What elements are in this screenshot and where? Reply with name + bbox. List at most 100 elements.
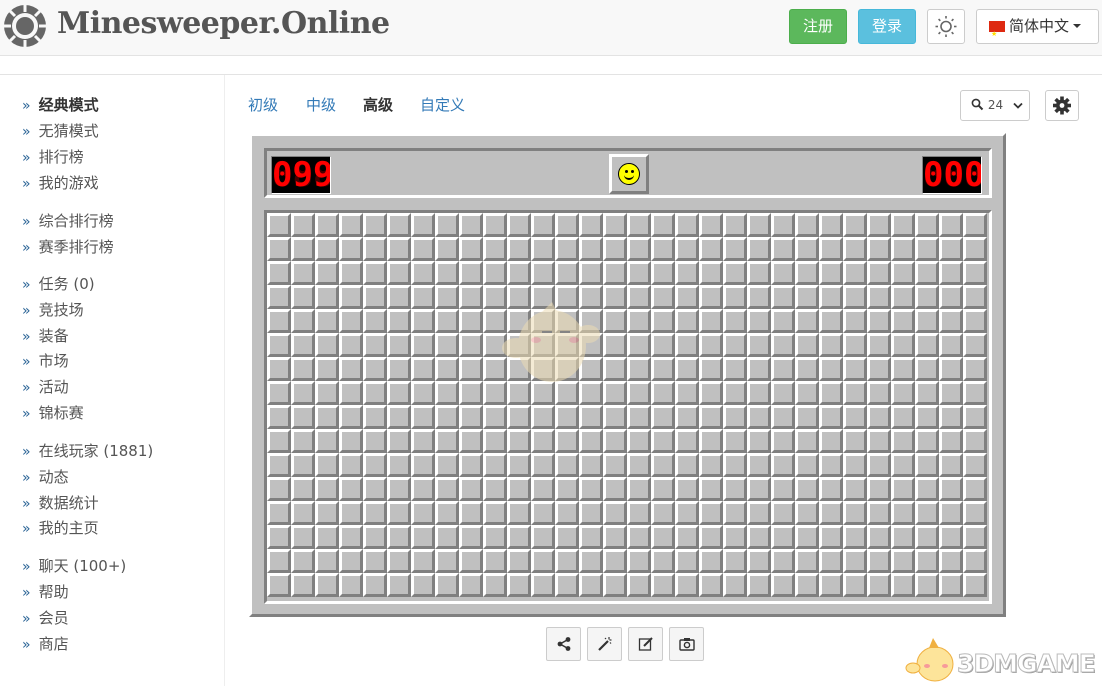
minefield-cell[interactable] [891, 501, 915, 525]
minefield-cell[interactable] [627, 261, 651, 285]
minefield-cell[interactable] [771, 549, 795, 573]
minefield-cell[interactable] [555, 429, 579, 453]
minefield-cell[interactable] [723, 501, 747, 525]
minefield-cell[interactable] [675, 549, 699, 573]
minefield-cell[interactable] [699, 573, 723, 597]
minefield-cell[interactable] [339, 309, 363, 333]
minefield-cell[interactable] [363, 453, 387, 477]
minefield-cell[interactable] [363, 477, 387, 501]
minefield-cell[interactable] [459, 213, 483, 237]
minefield-cell[interactable] [411, 237, 435, 261]
minefield-cell[interactable] [627, 237, 651, 261]
minefield-cell[interactable] [795, 429, 819, 453]
minefield-cell[interactable] [363, 405, 387, 429]
minefield-cell[interactable] [603, 429, 627, 453]
minefield-cell[interactable] [387, 501, 411, 525]
minefield-cell[interactable] [267, 405, 291, 429]
minefield-cell[interactable] [291, 453, 315, 477]
reset-face-button[interactable] [609, 154, 649, 194]
minefield-cell[interactable] [675, 477, 699, 501]
minefield-cell[interactable] [915, 309, 939, 333]
minefield-cell[interactable] [867, 477, 891, 501]
minefield-cell[interactable] [315, 309, 339, 333]
minefield-cell[interactable] [579, 453, 603, 477]
minefield-cell[interactable] [795, 477, 819, 501]
minefield-cell[interactable] [819, 573, 843, 597]
minefield-cell[interactable] [483, 429, 507, 453]
minefield-cell[interactable] [291, 525, 315, 549]
minefield-cell[interactable] [843, 381, 867, 405]
minefield-cell[interactable] [483, 381, 507, 405]
minefield-cell[interactable] [411, 333, 435, 357]
minefield-cell[interactable] [555, 237, 579, 261]
minefield-cell[interactable] [771, 477, 795, 501]
minefield-cell[interactable] [435, 549, 459, 573]
minefield-cell[interactable] [459, 261, 483, 285]
minefield-cell[interactable] [771, 213, 795, 237]
minefield-cell[interactable] [795, 237, 819, 261]
minefield-cell[interactable] [891, 453, 915, 477]
minefield-cell[interactable] [867, 309, 891, 333]
minefield-cell[interactable] [627, 405, 651, 429]
minefield-cell[interactable] [315, 261, 339, 285]
minefield-cell[interactable] [939, 333, 963, 357]
minefield-cell[interactable] [531, 501, 555, 525]
minefield-cell[interactable] [843, 429, 867, 453]
minefield-cell[interactable] [267, 549, 291, 573]
minefield-cell[interactable] [387, 453, 411, 477]
minefield-cell[interactable] [315, 501, 339, 525]
minefield-cell[interactable] [459, 381, 483, 405]
minefield-cell[interactable] [627, 285, 651, 309]
minefield-cell[interactable] [435, 525, 459, 549]
minefield-cell[interactable] [651, 429, 675, 453]
minefield-cell[interactable] [267, 237, 291, 261]
minefield-cell[interactable] [651, 477, 675, 501]
minefield-cell[interactable] [291, 333, 315, 357]
minefield-cell[interactable] [915, 573, 939, 597]
minefield-cell[interactable] [699, 501, 723, 525]
minefield-cell[interactable] [939, 549, 963, 573]
tab-intermediate[interactable]: 中级 [306, 94, 336, 115]
minefield-cell[interactable] [411, 261, 435, 285]
sidebar-item-statistics[interactable]: » 数据统计 [22, 492, 99, 514]
minefield-cell[interactable] [699, 357, 723, 381]
minefield-cell[interactable] [291, 405, 315, 429]
minefield-cell[interactable] [747, 549, 771, 573]
minefield-cell[interactable] [435, 285, 459, 309]
minefield-cell[interactable] [411, 285, 435, 309]
minefield-cell[interactable] [603, 309, 627, 333]
minefield-cell[interactable] [747, 525, 771, 549]
minefield-cell[interactable] [603, 381, 627, 405]
minefield-cell[interactable] [843, 237, 867, 261]
minefield-cell[interactable] [603, 237, 627, 261]
minefield-cell[interactable] [675, 261, 699, 285]
register-button[interactable]: 注册 [789, 9, 847, 44]
minefield-cell[interactable] [915, 213, 939, 237]
minefield-cell[interactable] [363, 285, 387, 309]
minefield-cell[interactable] [675, 381, 699, 405]
minefield-cell[interactable] [603, 501, 627, 525]
minefield-cell[interactable] [819, 237, 843, 261]
minefield-cell[interactable] [963, 261, 987, 285]
minefield-cell[interactable] [819, 285, 843, 309]
minefield-cell[interactable] [435, 501, 459, 525]
minefield-cell[interactable] [963, 381, 987, 405]
minefield-cell[interactable] [507, 333, 531, 357]
minefield-cell[interactable] [699, 429, 723, 453]
minefield-cell[interactable] [675, 429, 699, 453]
minefield-cell[interactable] [963, 429, 987, 453]
minefield-cell[interactable] [747, 501, 771, 525]
minefield-cell[interactable] [771, 429, 795, 453]
minefield-cell[interactable] [867, 573, 891, 597]
minefield-cell[interactable] [795, 381, 819, 405]
minefield-cell[interactable] [603, 573, 627, 597]
minefield-cell[interactable] [483, 573, 507, 597]
minefield-cell[interactable] [723, 525, 747, 549]
minefield-cell[interactable] [963, 477, 987, 501]
sidebar-item-no-guess[interactable]: » 无猜模式 [22, 120, 99, 142]
minefield-cell[interactable] [315, 573, 339, 597]
sidebar-item-my-games[interactable]: » 我的游戏 [22, 172, 99, 194]
minefield-cell[interactable] [603, 333, 627, 357]
minefield-cell[interactable] [867, 285, 891, 309]
minefield-cell[interactable] [435, 213, 459, 237]
